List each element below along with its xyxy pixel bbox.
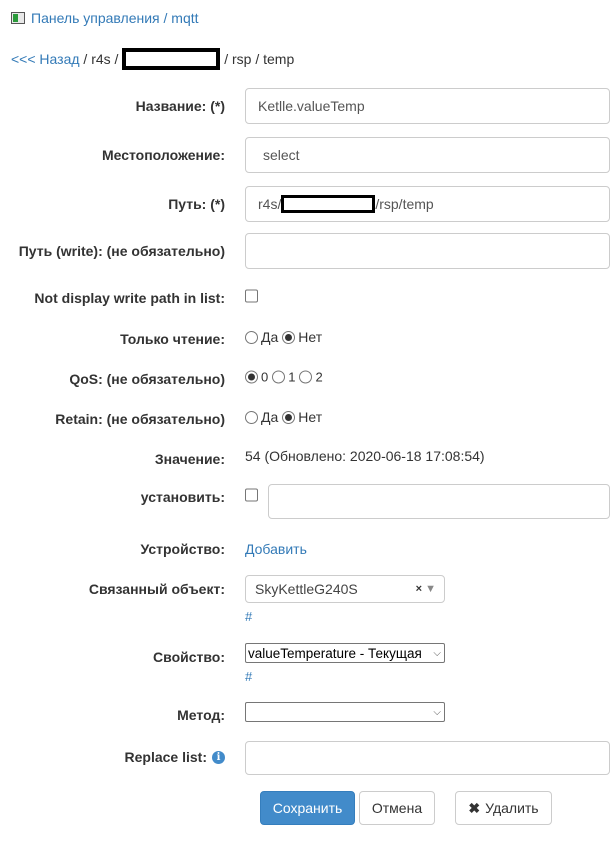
method-label: Метод:: [177, 707, 225, 723]
replace-list-input[interactable]: [245, 741, 610, 775]
readonly-no-radio[interactable]: [282, 330, 296, 344]
qos-1-radio[interactable]: [272, 370, 286, 384]
radio-label: 0: [261, 369, 269, 385]
linked-object-select[interactable]: SkyKettleG240S × ▼: [245, 575, 445, 603]
path-label: Путь: (*): [168, 196, 225, 212]
property-hash-link[interactable]: #: [245, 669, 252, 684]
location-select[interactable]: select: [245, 137, 610, 173]
value-label: Значение:: [154, 451, 225, 467]
replace-list-text: Replace list:: [124, 749, 207, 765]
property-value: valueTemperature - Текущая: [248, 645, 422, 661]
readonly-yes-radio[interactable]: [245, 330, 258, 344]
mqtt-link[interactable]: mqtt: [171, 10, 198, 26]
clear-icon[interactable]: ×: [416, 583, 422, 595]
delete-button[interactable]: ✖ Удалить: [455, 791, 552, 825]
path-part: / rsp / temp: [220, 51, 295, 67]
delete-label: Удалить: [485, 800, 539, 816]
separator: /: [159, 10, 172, 26]
location-label: Местоположение:: [101, 147, 225, 163]
no-display-checkbox[interactable]: [245, 289, 258, 303]
cancel-button[interactable]: Отмена: [359, 791, 435, 825]
path-input[interactable]: r4s/ /rsp/temp: [245, 186, 610, 222]
qos-0-radio[interactable]: [245, 370, 258, 384]
qos-label: QoS: (не обязательно): [69, 371, 225, 387]
radio-label: Нет: [298, 329, 323, 345]
panel-icon: [11, 12, 25, 24]
replace-list-label: Replace list: i: [125, 749, 225, 765]
redacted: [281, 195, 376, 213]
qos-2-radio[interactable]: [299, 370, 313, 384]
radio-label: Да: [261, 409, 279, 425]
dropdown-arrow-icon: ▼: [425, 583, 436, 595]
radio-label: Да: [261, 329, 279, 345]
control-panel-link[interactable]: Панель управления: [31, 10, 160, 26]
set-label: установить:: [140, 489, 225, 505]
property-select[interactable]: valueTemperature - Текущая ⌵: [245, 643, 445, 663]
add-device-link[interactable]: Добавить: [245, 541, 307, 557]
path-write-input[interactable]: [245, 233, 610, 269]
radio-label: 1: [288, 369, 296, 385]
linked-object-hash-link[interactable]: #: [245, 609, 252, 624]
device-label: Устройство:: [140, 541, 225, 557]
redacted: [122, 48, 221, 70]
path-prefix: r4s/: [258, 196, 282, 212]
chevron-down-icon: ⌵: [433, 706, 441, 718]
info-icon[interactable]: i: [212, 750, 225, 764]
radio-label: 2: [315, 369, 323, 385]
set-checkbox[interactable]: [245, 488, 258, 502]
back-link[interactable]: <<< Назад: [11, 51, 80, 67]
property-label: Свойство:: [153, 649, 225, 665]
retain-yes-radio[interactable]: [245, 410, 258, 424]
title-input[interactable]: Ketlle.valueTemp: [245, 88, 610, 124]
close-icon: ✖: [468, 799, 481, 816]
chevron-down-icon: ⌵: [430, 647, 444, 659]
readonly-label: Только чтение:: [120, 331, 225, 347]
path-write-label: Путь (write): (не обязательно): [18, 243, 225, 259]
linked-object-value: SkyKettleG240S: [255, 581, 358, 597]
save-button[interactable]: Сохранить: [260, 791, 355, 825]
breadcrumb: Панель управления / mqtt: [11, 10, 199, 26]
path-suffix: /rsp/temp: [375, 196, 434, 212]
set-value-input[interactable]: [268, 484, 610, 519]
path-breadcrumb: <<< Назад / r4s / / rsp / temp: [11, 48, 294, 70]
method-select[interactable]: ⌵: [245, 702, 445, 722]
value-text: 54 (Обновлено: 2020-06-18 17:08:54): [245, 448, 485, 464]
linked-object-label: Связанный объект:: [88, 581, 225, 597]
radio-label: Нет: [298, 409, 323, 425]
retain-label: Retain: (не обязательно): [55, 411, 225, 427]
retain-no-radio[interactable]: [282, 410, 296, 424]
path-part: / r4s /: [79, 51, 123, 67]
no-display-label: Not display write path in list:: [34, 290, 225, 306]
title-label: Название: (*): [135, 98, 225, 114]
